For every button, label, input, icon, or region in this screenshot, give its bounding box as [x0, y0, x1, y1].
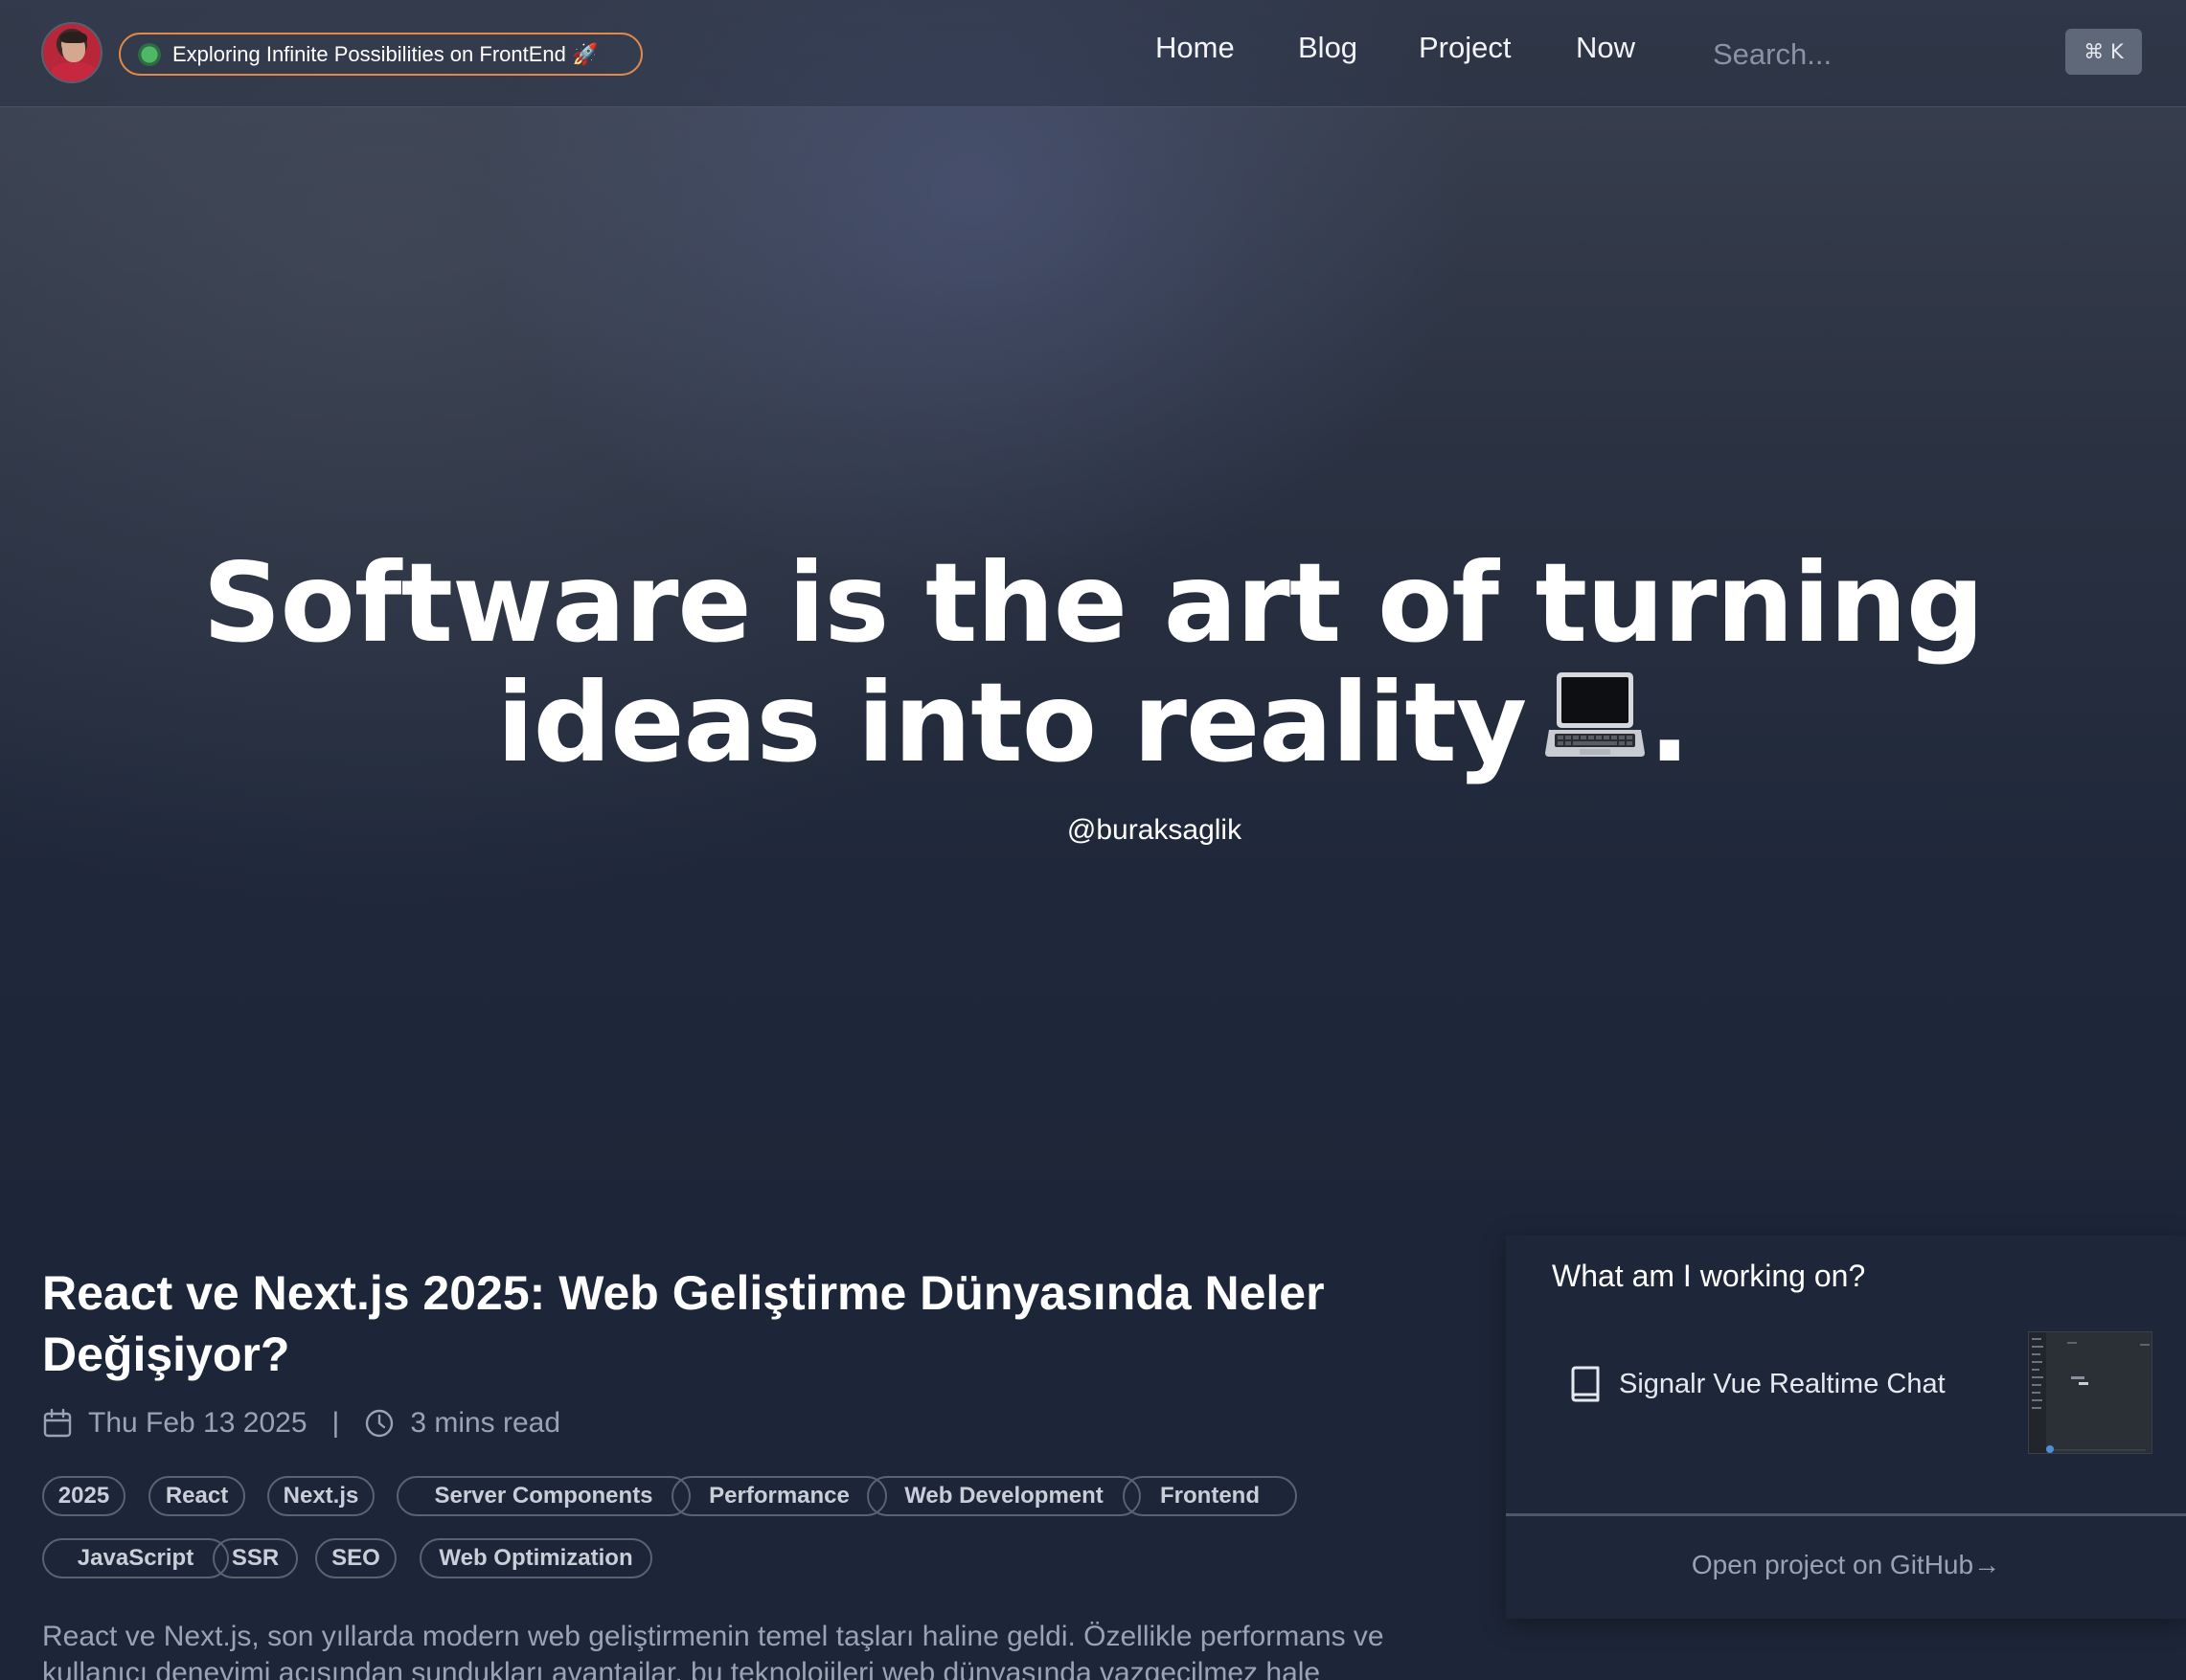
search-shortcut-badge[interactable]: ⌘ K: [2065, 29, 2142, 75]
open-github-link[interactable]: Open project on GitHub→: [1506, 1550, 2186, 1580]
tag[interactable]: Server Components: [397, 1476, 691, 1516]
clock-icon: [366, 1409, 394, 1438]
tag[interactable]: 2025: [42, 1476, 125, 1516]
post-excerpt: React ve Next.js, son yıllarda modern we…: [42, 1621, 1384, 1680]
project-thumbnail[interactable]: [2028, 1331, 2152, 1454]
github-link-text: Open project on GitHub: [1691, 1550, 1974, 1579]
tag[interactable]: Performance: [672, 1476, 887, 1516]
site-header: Exploring Infinite Possibilities on Fron…: [0, 0, 2186, 107]
tag[interactable]: SEO: [315, 1538, 397, 1578]
status-dot-icon: [138, 42, 161, 66]
post-read-time: 3 mins read: [410, 1407, 561, 1439]
tag[interactable]: Web Development: [867, 1476, 1141, 1516]
working-on-card: What am I working on? Signalr Vue Realti…: [1506, 1236, 2186, 1619]
tag[interactable]: Web Optimization: [420, 1538, 652, 1578]
status-text: Exploring Infinite Possibilities on Fron…: [172, 41, 599, 66]
meta-divider: |: [331, 1407, 340, 1439]
hero-author: @buraksaglik: [1066, 814, 1242, 846]
project-name: Signalr Vue Realtime Chat: [1619, 1368, 1946, 1399]
arrow-right-icon: →: [1973, 1550, 2001, 1579]
working-on-heading: What am I working on?: [1552, 1259, 1866, 1293]
nav-blog[interactable]: Blog: [1298, 31, 1357, 65]
calendar-icon: [43, 1408, 72, 1438]
tag[interactable]: JavaScript: [42, 1538, 229, 1578]
nav-home[interactable]: Home: [1155, 31, 1235, 65]
post-meta: Thu Feb 13 2025 | 3 mins read: [42, 1403, 560, 1443]
hero-quote-end: .: [1649, 659, 1690, 786]
avatar[interactable]: [41, 22, 102, 83]
tag[interactable]: React: [148, 1476, 245, 1516]
tag[interactable]: Next.js: [267, 1476, 375, 1516]
project-item[interactable]: Signalr Vue Realtime Chat: [1569, 1360, 1946, 1408]
search-input[interactable]: [1713, 33, 2096, 77]
post-title[interactable]: React ve Next.js 2025: Web Geliştirme Dü…: [42, 1262, 1422, 1385]
nav-now[interactable]: Now: [1576, 31, 1635, 65]
hero-quote-text: Software is the art of turning ideas int…: [202, 539, 1984, 786]
status-pill: Exploring Infinite Possibilities on Fron…: [119, 33, 643, 76]
laptop-icon: [1541, 663, 1649, 770]
tag[interactable]: Frontend: [1123, 1476, 1297, 1516]
tag[interactable]: SSR: [213, 1538, 298, 1578]
hero-quote: Software is the art of turning ideas int…: [192, 544, 1994, 783]
post-date: Thu Feb 13 2025: [88, 1407, 307, 1439]
book-icon: [1571, 1366, 1600, 1402]
card-divider: [1506, 1513, 2186, 1516]
nav-project[interactable]: Project: [1419, 31, 1511, 65]
